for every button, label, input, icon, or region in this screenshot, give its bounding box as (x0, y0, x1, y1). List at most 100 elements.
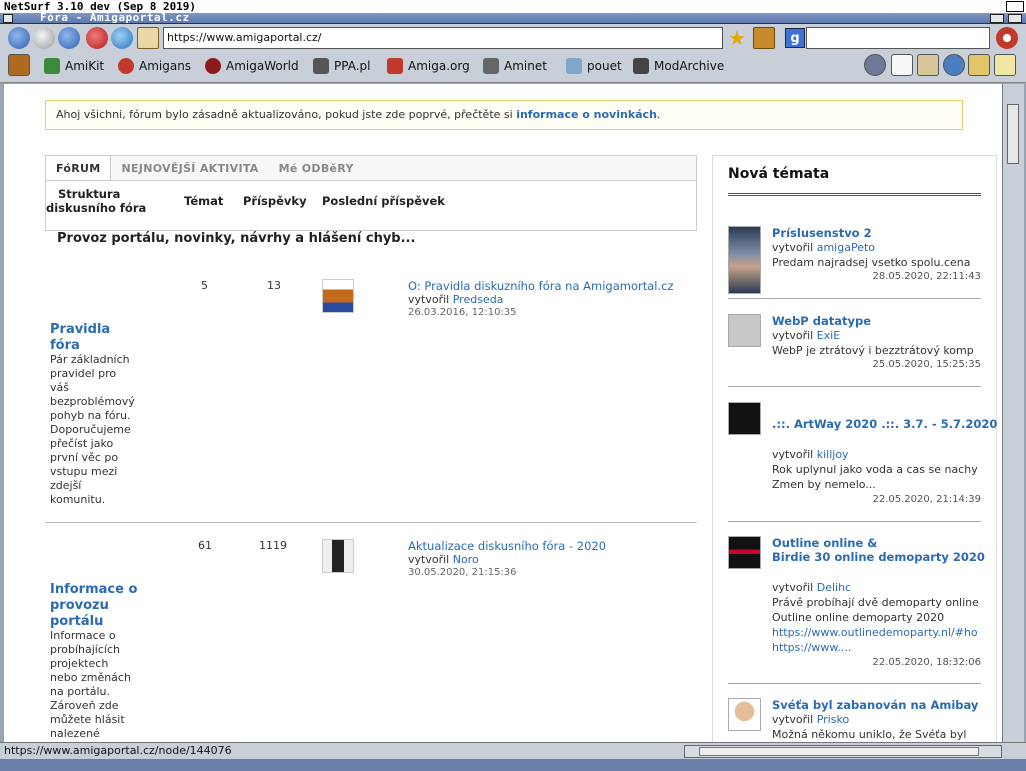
window-zoom-gadget[interactable] (990, 14, 1004, 23)
tab-forum[interactable]: FóRUM (46, 156, 112, 180)
last-post-date: 26.03.2016, 12:10:35 (408, 307, 517, 318)
author-link[interactable]: Prisko (817, 713, 849, 726)
notes-icon[interactable] (994, 54, 1016, 76)
search-input[interactable] (806, 27, 990, 49)
screen-depth-gadget[interactable] (1006, 1, 1024, 12)
reload-button[interactable] (111, 27, 133, 49)
avatar[interactable] (728, 226, 761, 294)
home-icon[interactable] (917, 54, 939, 76)
col-topics: Témat (184, 194, 224, 208)
avatar[interactable] (728, 536, 761, 569)
category-title: Provoz portálu, novinky, návrhy a hlášen… (57, 231, 416, 246)
hotlist-menu-button[interactable] (8, 54, 30, 76)
forum-description: Informace o probíhajících projektech nebo z… (50, 629, 131, 740)
forum-title-link[interactable]: Informace o provozu portálu (50, 582, 137, 630)
default-avatar-icon[interactable] (728, 314, 761, 347)
topic-date: 22.05.2020, 18:32:06 (872, 657, 981, 668)
last-post-link[interactable]: Aktualizace diskusního fóra - 2020 (408, 539, 606, 553)
forum-topics-count: 5 (201, 279, 208, 292)
topic-excerpt: WebP je ztrátový i bezztrátový komp (772, 344, 974, 357)
hotlist-item-pouet[interactable]: pouet (566, 55, 622, 77)
avatar[interactable] (322, 539, 354, 573)
author-link[interactable]: Noro (453, 553, 479, 566)
bookmarks-button[interactable] (753, 27, 775, 49)
globe-icon[interactable] (943, 54, 965, 76)
topic-excerpt: Možná někomu uniklo, že Svéťa byl (772, 728, 967, 741)
tab-subscriptions[interactable]: Mé ODBěRY (269, 156, 364, 180)
forum-posts-count: 1119 (259, 539, 287, 552)
tab-latest-activity[interactable]: NEJNOVĚJŠÍ AKTIVITA (111, 156, 268, 180)
window-title: Fóra - Amigaportal.cz (40, 11, 190, 24)
vertical-scrollbar[interactable] (1002, 84, 1024, 742)
item-divider (728, 386, 981, 387)
forum-title-link[interactable]: Pravidla fóra (50, 322, 110, 354)
topic-title-link[interactable]: Príslusenstvo 2 (772, 226, 872, 240)
url-field[interactable]: https://www.amigaportal.cz/ (163, 27, 723, 49)
window-title-bar[interactable]: Fóra - Amigaportal.cz (0, 11, 1026, 24)
forum-posts-count: 13 (267, 279, 281, 292)
window-bottom-border (0, 759, 1026, 771)
throbber-icon (996, 27, 1018, 49)
author-link[interactable]: killjoy (817, 448, 849, 461)
aminet-icon (483, 58, 499, 74)
scroll-thumb[interactable] (1007, 104, 1019, 164)
author-link[interactable]: ExiE (817, 329, 840, 342)
scroll-thumb[interactable] (699, 747, 979, 756)
hotlist-item-modarchive[interactable]: ModArchive (633, 55, 724, 77)
new-topic-item: Outline online & Birdie 30 online demopa… (728, 536, 985, 684)
avatar[interactable] (728, 698, 761, 731)
pouet-icon (566, 58, 582, 74)
hotlist-item-aminet[interactable]: Aminet (483, 55, 547, 77)
window-depth-gadget[interactable] (1008, 14, 1022, 23)
last-post-author: vytvořil Noro (408, 553, 479, 566)
item-divider (728, 683, 981, 684)
topic-excerpt: Rok uplynul jako voda a cas se nachy (772, 463, 978, 476)
forward-button[interactable] (58, 27, 80, 49)
new-topic-item: .::. ArtWay 2020 .::. 3.7. - 5.7.2020 vy… (728, 402, 997, 522)
item-divider (728, 298, 981, 299)
minimize-icon[interactable] (864, 54, 886, 76)
notice-link[interactable]: informace o novinkách (516, 108, 657, 121)
new-page-icon[interactable] (891, 54, 913, 76)
hotlist-item-amigaworld[interactable]: AmigaWorld (205, 55, 299, 77)
hotlist-item-amikit[interactable]: AmiKit (44, 55, 104, 77)
hotlist-item-amiga-org[interactable]: Amiga.org (387, 55, 470, 77)
avatar[interactable] (322, 279, 354, 313)
folder-icon[interactable] (968, 54, 990, 76)
topic-date: 22.05.2020, 21:14:39 (872, 494, 981, 505)
hotlist-item-ppa[interactable]: PPA.pl (313, 55, 370, 77)
col-last-post: Poslední příspěvek (322, 194, 445, 208)
horizontal-scrollbar[interactable] (684, 745, 1002, 758)
search-provider-button[interactable]: g (785, 28, 805, 48)
new-topic-item: WebP datatype vytvořil ExiE WebP je ztrá… (728, 314, 981, 400)
topic-title-link[interactable]: Svéťa byl zabanován na Amibay (772, 698, 978, 712)
boing-ball-icon (118, 58, 134, 74)
new-topics-sidebar: Nová témata Príslusenstvo 2 vytvořil ami… (712, 155, 997, 742)
author-link[interactable]: Predseda (453, 293, 504, 306)
author-link[interactable]: Delihc (817, 581, 851, 594)
stop-button[interactable] (86, 27, 108, 49)
topic-excerpt-link[interactable]: https://www.... (772, 641, 981, 654)
topic-title-link[interactable]: Outline online & Birdie 30 online demopa… (772, 536, 985, 564)
window-close-gadget[interactable] (3, 14, 13, 23)
history-button[interactable] (33, 27, 55, 49)
topic-title-link[interactable]: WebP datatype (772, 314, 871, 328)
status-url: https://www.amigaportal.cz/node/144076 (4, 744, 232, 757)
avatar[interactable] (728, 402, 761, 435)
hotlist-item-amigans[interactable]: Amigans (118, 55, 191, 77)
topic-excerpt-link[interactable]: https://www.outlinedemoparty.nl/#ho (772, 626, 981, 639)
back-button[interactable] (8, 27, 30, 49)
home-button[interactable] (137, 27, 159, 49)
topic-excerpt: Zmen by nemelo... (772, 478, 876, 491)
topic-title-link[interactable]: .::. ArtWay 2020 .::. 3.7. - 5.7.2020 (772, 417, 997, 431)
item-divider (728, 521, 981, 522)
browser-toolbar: https://www.amigaportal.cz/ ★ g AmiKit A… (0, 24, 1026, 83)
last-post-link[interactable]: O: Pravidla diskuzního fóra na Amigamort… (408, 279, 674, 293)
sidebar-title: Nová témata (728, 166, 830, 182)
speaker-icon (633, 58, 649, 74)
row-divider (45, 522, 697, 523)
forum-topics-count: 61 (198, 539, 212, 552)
notice-banner: Ahoj všichni, fórum bylo zásadně aktuali… (45, 100, 963, 130)
favourite-star-icon[interactable]: ★ (728, 27, 750, 49)
author-link[interactable]: amigaPeto (817, 241, 875, 254)
